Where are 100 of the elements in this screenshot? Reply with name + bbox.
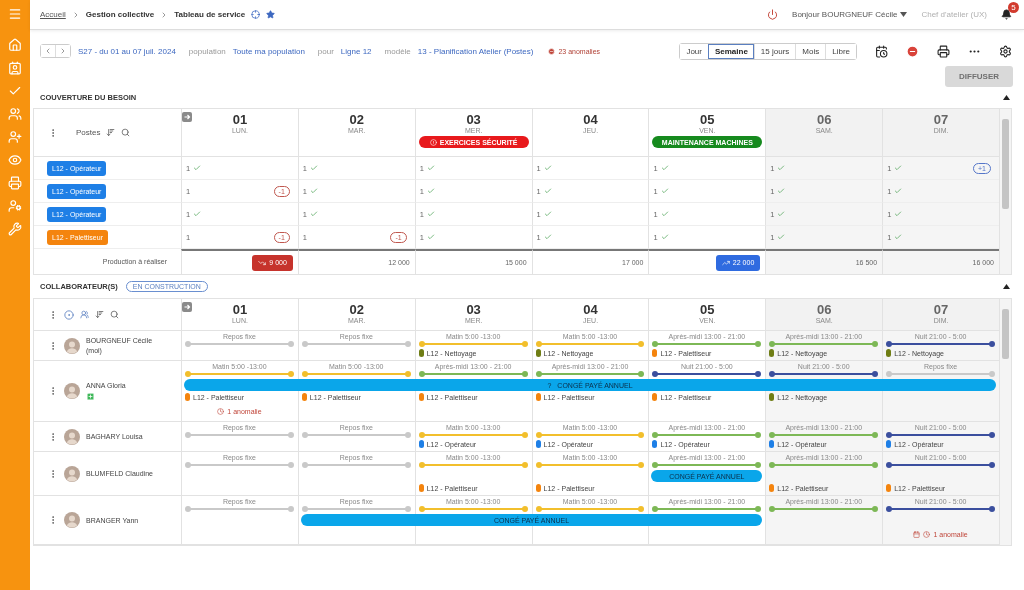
expand-icon[interactable] bbox=[182, 112, 192, 122]
check-icon bbox=[310, 187, 318, 195]
search-icon[interactable] bbox=[121, 128, 131, 137]
check-icon bbox=[426, 187, 435, 195]
breadcrumb-link[interactable]: Accueil bbox=[40, 10, 66, 19]
shift-line[interactable] bbox=[304, 464, 408, 466]
check-icon bbox=[777, 233, 786, 241]
eye-icon[interactable] bbox=[8, 153, 22, 167]
filter-value[interactable]: Toute ma population bbox=[232, 46, 305, 56]
avatar bbox=[64, 428, 80, 445]
minus-icon[interactable] bbox=[906, 44, 919, 58]
check-icon bbox=[543, 210, 552, 218]
shift-line[interactable] bbox=[538, 464, 642, 466]
notification-badge: 5 bbox=[1008, 2, 1019, 13]
shift-line[interactable] bbox=[889, 343, 992, 345]
shift-line[interactable] bbox=[772, 434, 876, 436]
shift-line[interactable] bbox=[304, 508, 408, 510]
trend-icon bbox=[721, 258, 730, 267]
day-number: 07 bbox=[933, 302, 949, 317]
power-icon[interactable] bbox=[767, 9, 779, 20]
calendar-icon[interactable] bbox=[875, 44, 888, 58]
view-tab[interactable]: Semaine bbox=[707, 43, 754, 59]
scrollbar[interactable] bbox=[999, 109, 1011, 274]
shift-line[interactable] bbox=[304, 343, 408, 345]
day-number: 03 bbox=[466, 302, 481, 317]
bell-icon[interactable] bbox=[1001, 9, 1012, 20]
shift-line[interactable] bbox=[655, 343, 759, 345]
expand-icon[interactable] bbox=[182, 302, 192, 312]
check-icon bbox=[894, 187, 903, 195]
filter-label: population bbox=[188, 46, 226, 56]
shift-line[interactable] bbox=[538, 434, 642, 436]
sort-icon[interactable] bbox=[95, 310, 104, 319]
menu-icon[interactable] bbox=[8, 7, 22, 21]
view-tab[interactable]: Libre bbox=[825, 43, 856, 59]
shift-line[interactable] bbox=[889, 508, 992, 510]
shift-line[interactable] bbox=[421, 343, 525, 345]
collapse-button[interactable] bbox=[1003, 95, 1010, 100]
check-icon bbox=[543, 233, 552, 241]
shift-line[interactable] bbox=[188, 343, 291, 345]
shift-line[interactable] bbox=[188, 373, 291, 375]
user-menu[interactable]: Bonjour BOURGNEUF Cécile bbox=[792, 10, 908, 19]
collapse-button[interactable] bbox=[1003, 284, 1010, 289]
settings-icon[interactable] bbox=[999, 44, 1012, 58]
next-button[interactable] bbox=[55, 45, 70, 57]
search-icon[interactable] bbox=[110, 310, 119, 319]
shift-line[interactable] bbox=[655, 434, 759, 436]
filter-label: modèle bbox=[384, 46, 411, 56]
check-icon bbox=[894, 233, 903, 241]
shift-line[interactable] bbox=[889, 373, 992, 375]
shift-line[interactable] bbox=[655, 373, 759, 375]
shift-line[interactable] bbox=[304, 373, 408, 375]
shift-line[interactable] bbox=[421, 373, 525, 375]
day-number: 05 bbox=[700, 302, 715, 317]
clock-icon bbox=[217, 408, 225, 415]
shift-line[interactable] bbox=[889, 434, 992, 436]
check-icon bbox=[660, 233, 669, 241]
wrench-icon[interactable] bbox=[8, 222, 22, 236]
shift-line[interactable] bbox=[188, 508, 291, 510]
shift-line[interactable] bbox=[772, 373, 876, 375]
shift-line[interactable] bbox=[655, 508, 759, 510]
users-icon[interactable] bbox=[80, 310, 89, 319]
user-add-icon[interactable] bbox=[8, 130, 22, 144]
day-number: 01 bbox=[232, 302, 248, 317]
breadcrumb-item: Tableau de service bbox=[174, 10, 246, 19]
target-icon[interactable] bbox=[251, 10, 261, 19]
shift-line[interactable] bbox=[772, 343, 876, 345]
sort-icon[interactable] bbox=[106, 128, 116, 137]
star-icon[interactable] bbox=[266, 10, 276, 19]
filter-value[interactable]: Ligne 12 bbox=[340, 46, 372, 56]
check-icon[interactable] bbox=[8, 84, 22, 98]
breadcrumb-item: Gestion collective bbox=[85, 10, 155, 19]
shift-line[interactable] bbox=[421, 434, 525, 436]
clock-icon bbox=[923, 531, 931, 538]
shift-line[interactable] bbox=[188, 464, 291, 466]
shift-line[interactable] bbox=[304, 434, 408, 436]
day-number: 06 bbox=[816, 112, 832, 127]
users-icon[interactable] bbox=[8, 107, 22, 121]
home-icon[interactable] bbox=[8, 38, 22, 52]
check-icon bbox=[777, 164, 786, 172]
shift-line[interactable] bbox=[421, 464, 525, 466]
leave-bar-segment[interactable] bbox=[651, 470, 763, 482]
check-icon bbox=[193, 164, 202, 172]
check-icon bbox=[543, 164, 552, 172]
filter-value[interactable]: 13 - Planification Atelier (Postes) bbox=[417, 46, 534, 56]
caret-icon[interactable] bbox=[900, 12, 908, 17]
period-link[interactable]: S27 - du 01 au 07 juil. 2024 bbox=[78, 46, 176, 56]
scrollbar[interactable] bbox=[999, 299, 1011, 545]
day-number: 03 bbox=[466, 112, 481, 127]
filter-label: pour bbox=[317, 46, 334, 56]
shift-line[interactable] bbox=[188, 434, 291, 436]
printer-icon[interactable] bbox=[8, 176, 22, 190]
contact-card-icon[interactable] bbox=[8, 61, 22, 75]
group-icon[interactable] bbox=[64, 309, 74, 320]
shift-line[interactable] bbox=[772, 508, 876, 510]
print-icon[interactable] bbox=[937, 44, 950, 58]
shift-line[interactable] bbox=[889, 464, 992, 466]
day-number: 01 bbox=[232, 112, 248, 127]
user-gear-icon[interactable] bbox=[8, 199, 22, 213]
shift-line[interactable] bbox=[538, 343, 642, 345]
shift-line[interactable] bbox=[772, 464, 876, 466]
